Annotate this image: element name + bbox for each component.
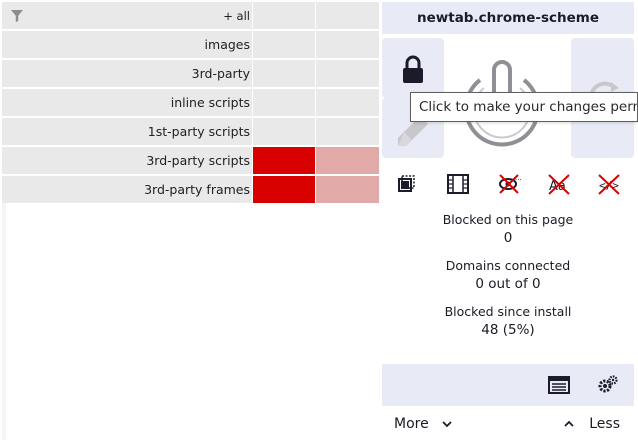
- blocked-on-page-label: Blocked on this page: [442, 212, 574, 227]
- firewall-row-label: + all: [2, 2, 252, 30]
- firewall-cell-local[interactable]: [315, 31, 379, 59]
- firewall-row-3rd-party-scripts: 3rd-party scripts: [2, 147, 382, 175]
- firewall-cell-local-blocked[interactable]: [315, 147, 379, 175]
- firewall-row-3rd-party: 3rd-party: [2, 60, 382, 88]
- settings-icon[interactable]: [597, 374, 619, 396]
- switch-area: Click to make your changes permanent: [382, 36, 638, 160]
- firewall-row-label: 3rd-party frames: [2, 176, 252, 204]
- firewall-pane: + all images 3rd-party inline scripts 1s…: [2, 2, 382, 440]
- blocked-since-install-label: Blocked since install: [444, 304, 572, 319]
- ublock-popup: + all images 3rd-party inline scripts 1s…: [0, 0, 638, 442]
- domains-connected-label: Domains connected: [445, 258, 571, 273]
- more-label: More: [394, 416, 429, 432]
- tool-row: ... Aa </>: [382, 166, 634, 202]
- no-remote-fonts-icon[interactable]: Aa: [545, 170, 573, 198]
- more-button[interactable]: More: [394, 408, 453, 440]
- firewall-row-1st-party-scripts: 1st-party scripts: [2, 118, 382, 146]
- tooltip: Click to make your changes permanent: [410, 92, 638, 122]
- firewall-cell-local[interactable]: [315, 2, 379, 30]
- pane-edge: [2, 203, 6, 440]
- main-panel: newtab.chrome-scheme Click to make your …: [382, 0, 638, 442]
- firewall-row-label: images: [2, 31, 252, 59]
- firewall-cell-global[interactable]: [252, 118, 315, 146]
- more-less-bar: More Less: [382, 408, 634, 440]
- firewall-cell-local[interactable]: [315, 89, 379, 117]
- firewall-cell-local-blocked[interactable]: [315, 176, 379, 204]
- firewall-row-images: images: [2, 31, 382, 59]
- firewall-cell-global[interactable]: [252, 31, 315, 59]
- firewall-row-all: + all: [2, 2, 382, 30]
- firewall-row-label: inline scripts: [2, 89, 252, 117]
- revert-button[interactable]: [382, 38, 444, 98]
- lock-icon: [403, 55, 423, 83]
- no-cosmetic-filter-icon[interactable]: ...: [495, 170, 523, 198]
- firewall-cell-global[interactable]: [252, 2, 315, 30]
- chevron-up-icon: [564, 420, 574, 427]
- firewall-row-label: 3rd-party: [2, 60, 252, 88]
- blocked-since-install-value: 48 (5%): [481, 322, 535, 338]
- filter-icon[interactable]: [10, 9, 24, 23]
- domains-connected-value: 0 out of 0: [475, 276, 541, 292]
- firewall-row-all-label: + all: [223, 9, 250, 23]
- firewall-row-inline-scripts: inline scripts: [2, 89, 382, 117]
- stats: Blocked on this page 0 Domains connected…: [382, 212, 634, 350]
- page-hostname: newtab.chrome-scheme: [382, 2, 634, 34]
- firewall-cell-global[interactable]: [252, 60, 315, 88]
- less-button[interactable]: Less: [563, 408, 620, 440]
- firewall-row-label: 1st-party scripts: [2, 118, 252, 146]
- firewall-row-label: 3rd-party scripts: [2, 147, 252, 175]
- less-label: Less: [589, 416, 620, 432]
- element-picker-icon[interactable]: [393, 170, 421, 198]
- firewall-cell-global[interactable]: [252, 89, 315, 117]
- media-icon[interactable]: [444, 170, 472, 198]
- firewall-cell-local[interactable]: [315, 118, 379, 146]
- chevron-down-icon: [442, 421, 452, 428]
- blocked-on-page-value: 0: [503, 230, 513, 246]
- no-scripting-icon[interactable]: </>: [595, 170, 623, 198]
- firewall-cell-global-blocked[interactable]: [252, 147, 315, 175]
- logger-icon[interactable]: [548, 374, 570, 396]
- firewall-cell-local[interactable]: [315, 60, 379, 88]
- firewall-row-3rd-party-frames: 3rd-party frames: [2, 176, 382, 204]
- bottom-toolbar: [382, 364, 634, 406]
- firewall-cell-global-blocked[interactable]: [252, 176, 315, 204]
